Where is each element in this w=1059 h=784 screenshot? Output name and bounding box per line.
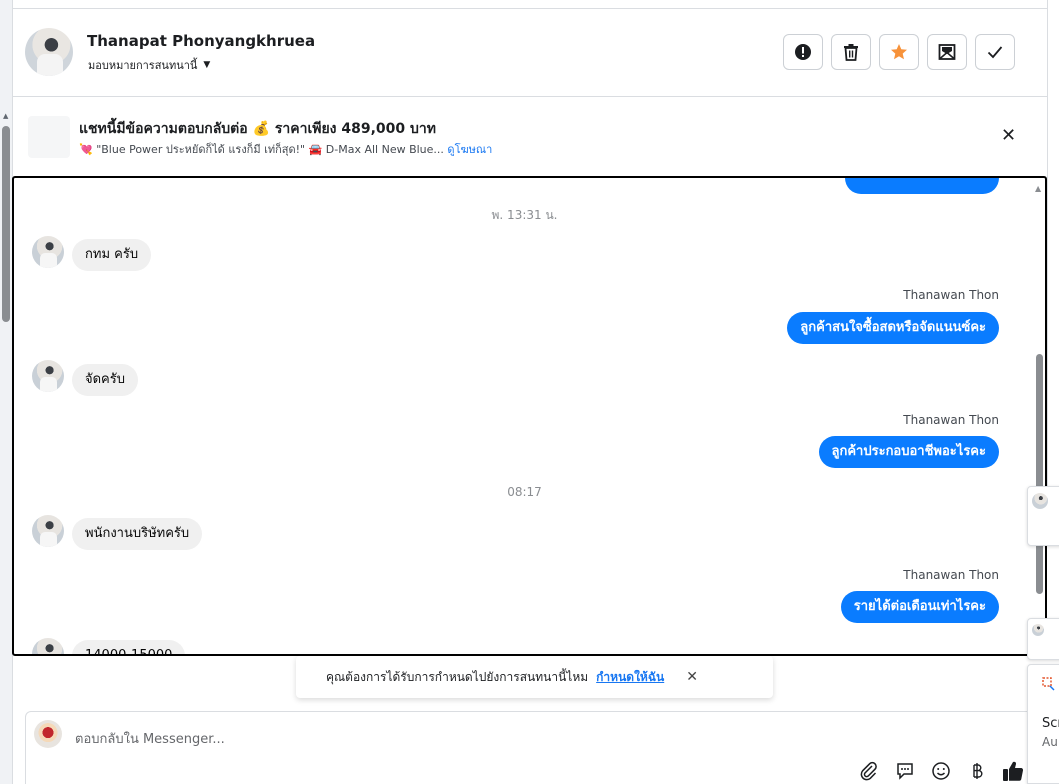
sender-name: Thanawan Thon [903, 568, 999, 582]
divider [1047, 0, 1048, 490]
message-bubble-outgoing[interactable]: ลูกค้าสนใจซื้อสดหรือจัดแนนซ์คะ [787, 312, 999, 344]
checkmark-icon [987, 46, 1003, 59]
side-card-title: Scr [1042, 716, 1059, 731]
assign-dropdown[interactable]: มอบหมายการสนทนานี้ ▼ [88, 56, 210, 74]
side-panel-card[interactable] [1027, 486, 1059, 546]
contact-avatar-small [32, 236, 64, 268]
message-bubble-outgoing[interactable]: รายได้ต่อเดือนเท่าไรคะ [840, 591, 999, 623]
baht-payment-icon[interactable] [966, 760, 988, 782]
header-actions [783, 34, 1015, 70]
side-card-subtitle: Au [1042, 735, 1058, 749]
delete-button[interactable] [831, 34, 871, 70]
assign-prompt-toast: คุณต้องการได้รับการกำหนดไปยังการสนทนานี้… [296, 656, 773, 698]
contact-avatar-small [32, 638, 64, 654]
star-icon [891, 44, 907, 60]
contact-avatar[interactable] [25, 28, 73, 76]
contact-avatar-small [32, 360, 64, 392]
contact-name[interactable]: Thanapat Phonyangkhruea [87, 32, 315, 50]
message-bubble-incoming[interactable]: จัดครับ [72, 364, 138, 396]
message-thread[interactable]: พ. 13:31 น. กทม ครับ Thanawan Thon ลูกค้… [12, 176, 1047, 656]
mark-unread-button[interactable] [927, 34, 967, 70]
message-timestamp: พ. 13:31 น. [491, 208, 558, 222]
message-bubble-incoming[interactable]: 14000-15000 [72, 640, 186, 654]
ad-title: แชทนี้มีข้อความตอบกลับต่อ 💰 ราคาเพียง 48… [79, 121, 437, 137]
close-icon[interactable]: ✕ [686, 669, 698, 685]
envelope-icon [938, 44, 956, 60]
attachment-icon[interactable] [858, 760, 880, 782]
page-scrollbar-thumb[interactable] [2, 126, 10, 322]
message-bubble-incoming[interactable]: พนักงานบริษัทครับ [72, 518, 203, 550]
sender-name: Thanawan Thon [903, 288, 999, 302]
page-avatar [34, 720, 62, 748]
sender-name: Thanawan Thon [903, 413, 999, 427]
app-logo-icon [1042, 677, 1055, 691]
message-timestamp: 08:17 [507, 485, 542, 499]
message-bubble-incoming[interactable]: กทม ครับ [72, 239, 152, 271]
toast-text: คุณต้องการได้รับการกำหนดไปยังการสนทนานี้… [326, 669, 589, 684]
messenger-inbox: ▲ Thanapat Phonyangkhruea มอบหมายการสนทน… [0, 0, 1059, 784]
trash-icon [844, 44, 858, 61]
thread-scrollbar-thumb[interactable] [1036, 354, 1043, 594]
assign-label: มอบหมายการสนทนานี้ [88, 59, 198, 72]
ad-subtitle-text: 💘 "Blue Power ประหยัดก็ได้ แรงก็มี เท่ก็… [79, 143, 444, 156]
alert-icon [795, 44, 811, 60]
mark-done-button[interactable] [975, 34, 1015, 70]
contact-avatar-small [32, 515, 64, 547]
reply-input[interactable]: ตอบกลับใน Messenger... [75, 728, 225, 749]
emoji-icon[interactable] [930, 760, 952, 782]
assign-to-me-link[interactable]: กำหนดให้ฉัน [596, 668, 664, 687]
ad-thumbnail [28, 116, 70, 158]
conversation-header: Thanapat Phonyangkhruea มอบหมายการสนทนาน… [13, 9, 1047, 97]
caret-down-icon: ▼ [203, 60, 211, 70]
report-spam-button[interactable] [783, 34, 823, 70]
like-thumb-icon[interactable] [1002, 760, 1024, 782]
thread-scrollbar[interactable]: ▲ [1033, 178, 1045, 654]
scroll-up-icon[interactable]: ▲ [1035, 184, 1041, 193]
avatar [1032, 493, 1048, 509]
message-bubble-outgoing[interactable] [845, 178, 999, 194]
saved-replies-icon[interactable] [894, 760, 916, 782]
side-panel-card[interactable] [1027, 618, 1059, 660]
ad-context-banner: แชทนี้มีข้อความตอบกลับต่อ 💰 ราคาเพียง 48… [13, 97, 1047, 175]
scroll-up-icon[interactable]: ▲ [3, 112, 8, 120]
avatar [1032, 624, 1044, 636]
view-ad-link[interactable]: ดูโฆษณา [447, 143, 492, 156]
ad-subtitle: 💘 "Blue Power ประหยัดก็ได้ แรงก็มี เท่ก็… [79, 140, 492, 158]
message-bubble-outgoing[interactable]: ลูกค้าประกอบอาชีพอะไรคะ [818, 436, 999, 468]
star-button[interactable] [879, 34, 919, 70]
close-icon[interactable]: ✕ [1001, 127, 1016, 145]
page-scrollbar[interactable]: ▲ [0, 0, 12, 784]
composer-tools [858, 760, 1024, 782]
reply-composer: ตอบกลับใน Messenger... [25, 711, 1035, 784]
